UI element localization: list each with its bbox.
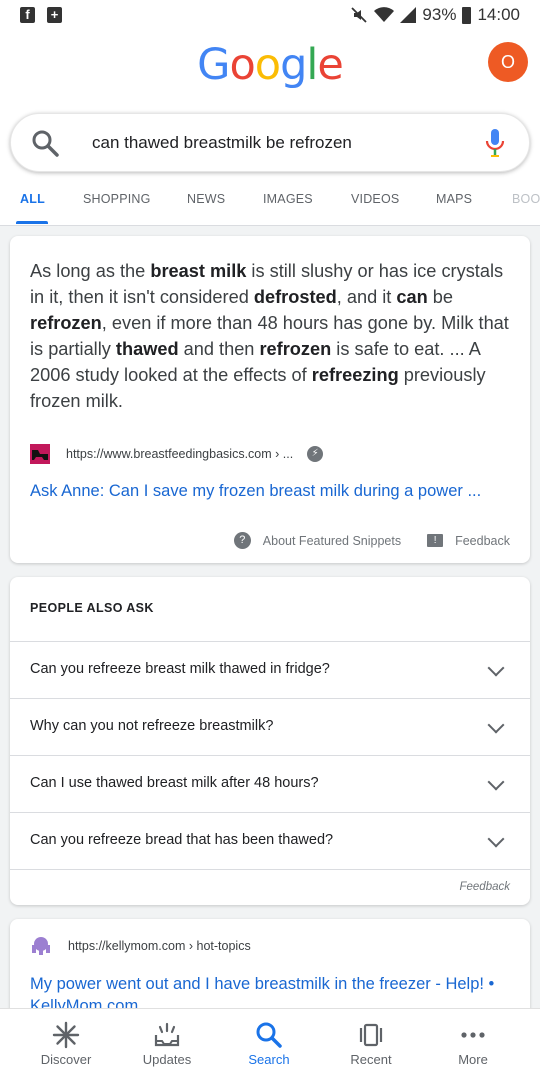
snippet-text-segment: be (427, 287, 454, 307)
paa-question-row[interactable]: Why can you not refreeze breastmilk? (10, 698, 530, 755)
nav-updates[interactable]: Updates (113, 1009, 221, 1080)
divider (10, 869, 530, 870)
search-input[interactable]: can thawed breastmilk be refrozen (92, 133, 352, 153)
more-dots-icon (461, 1032, 485, 1038)
people-also-ask-card: PEOPLE ALSO ASK Can you refreeze breast … (10, 577, 530, 905)
nav-label: Discover (40, 1052, 92, 1067)
facebook-notification-icon: f (20, 7, 35, 23)
bottom-navigation: Discover Updates Search Recent More (0, 1008, 540, 1080)
source-url[interactable]: https://www.breastfeedingbasics.com › ..… (66, 447, 293, 461)
mute-icon (351, 7, 368, 23)
battery-icon (462, 6, 472, 24)
paa-question-row[interactable]: Can I use thawed breast milk after 48 ho… (10, 755, 530, 812)
tab-all[interactable]: ALL (20, 192, 45, 206)
updates-tray-icon (154, 1022, 180, 1047)
tab-maps[interactable]: MAPS (436, 192, 472, 206)
signal-icon (400, 7, 417, 23)
active-tab-indicator (16, 221, 48, 224)
asterisk-icon (52, 1021, 80, 1049)
snippet-result-link[interactable]: Ask Anne: Can I save my frozen breast mi… (30, 482, 481, 501)
search-icon (256, 1022, 282, 1048)
snippet-text: As long as the breast milk is still slus… (30, 258, 510, 414)
paa-question: Can you refreeze breast milk thawed in f… (30, 661, 330, 677)
site-favicon (32, 937, 50, 955)
snippet-highlight: breast milk (150, 261, 247, 281)
snippet-highlight: thawed (115, 339, 179, 359)
paa-question: Why can you not refreeze breastmilk? (30, 718, 274, 734)
chevron-down-icon (487, 659, 505, 677)
app-notification-icon: + (47, 7, 62, 23)
logo-letter: g (280, 40, 307, 90)
amp-lightning-icon: ⚡ (307, 446, 324, 462)
chevron-down-icon (487, 716, 505, 734)
logo-letter: o (254, 40, 281, 90)
clock: 14:00 (477, 5, 520, 24)
site-favicon (30, 444, 50, 464)
search-box[interactable]: can thawed breastmilk be refrozen (10, 113, 530, 172)
paa-question: Can I use thawed breast milk after 48 ho… (30, 775, 319, 791)
nav-more[interactable]: More (419, 1009, 527, 1080)
paa-question: Can you refreeze bread that has been tha… (30, 832, 334, 848)
logo-letter: e (317, 40, 343, 90)
help-icon: ? (233, 532, 251, 549)
nav-search[interactable]: Search (215, 1009, 323, 1080)
nav-label: Search (248, 1052, 290, 1067)
feedback-icon: ! (427, 534, 444, 547)
tab-videos[interactable]: VIDEOS (351, 192, 399, 206)
snippet-feedback-link[interactable]: Feedback (455, 534, 510, 548)
search-icon (32, 130, 59, 157)
snippet-text-segment: and then (178, 339, 260, 359)
snippet-highlight: refrozen (30, 313, 102, 333)
paa-question-row[interactable]: Can you refreeze bread that has been tha… (10, 812, 530, 869)
account-avatar[interactable]: O (488, 42, 528, 82)
about-featured-snippets-link[interactable]: About Featured Snippets (263, 534, 401, 548)
paa-heading: PEOPLE ALSO ASK (30, 601, 154, 615)
nav-label: Updates (142, 1052, 192, 1067)
snippet-text-segment: , and it (336, 287, 397, 307)
snippet-highlight: can (396, 287, 428, 307)
logo-letter: l (306, 40, 318, 90)
snippet-text-segment: As long as the (30, 261, 151, 281)
snippet-source: https://www.breastfeedingbasics.com › ..… (30, 444, 324, 464)
logo-letter: o (229, 40, 255, 90)
status-bar: f + 93% 14:00 (0, 0, 540, 32)
tab-news[interactable]: NEWS (187, 192, 225, 206)
microphone-icon[interactable] (485, 128, 505, 158)
paa-question-row[interactable]: Can you refreeze breast milk thawed in f… (10, 641, 530, 698)
nav-label: More (458, 1052, 488, 1067)
search-tabs: ALL SHOPPING NEWS IMAGES VIDEOS MAPS BOO (0, 187, 540, 225)
source-url[interactable]: https://kellymom.com › hot-topics (68, 939, 251, 953)
paa-feedback-link[interactable]: Feedback (459, 881, 510, 893)
wifi-icon (374, 7, 395, 22)
chevron-down-icon (487, 773, 505, 791)
featured-snippet-card: As long as the breast milk is still slus… (10, 236, 530, 563)
nav-recent[interactable]: Recent (317, 1009, 425, 1080)
chevron-down-icon (487, 830, 505, 848)
tab-books[interactable]: BOO (512, 192, 540, 206)
snippet-highlight: defrosted (253, 287, 337, 307)
battery-percent: 93% (422, 5, 457, 24)
search-header: Google O can thawed breastmilk be refroz… (0, 32, 540, 226)
nav-discover[interactable]: Discover (12, 1009, 120, 1080)
recent-cards-icon (359, 1023, 383, 1047)
tab-images[interactable]: IMAGES (263, 192, 313, 206)
google-logo[interactable]: Google (0, 40, 540, 90)
nav-label: Recent (350, 1052, 392, 1067)
logo-letter: G (197, 40, 230, 90)
snippet-highlight: refrozen (259, 339, 332, 359)
snippet-highlight: refreezing (311, 365, 399, 385)
tab-shopping[interactable]: SHOPPING (83, 192, 151, 206)
